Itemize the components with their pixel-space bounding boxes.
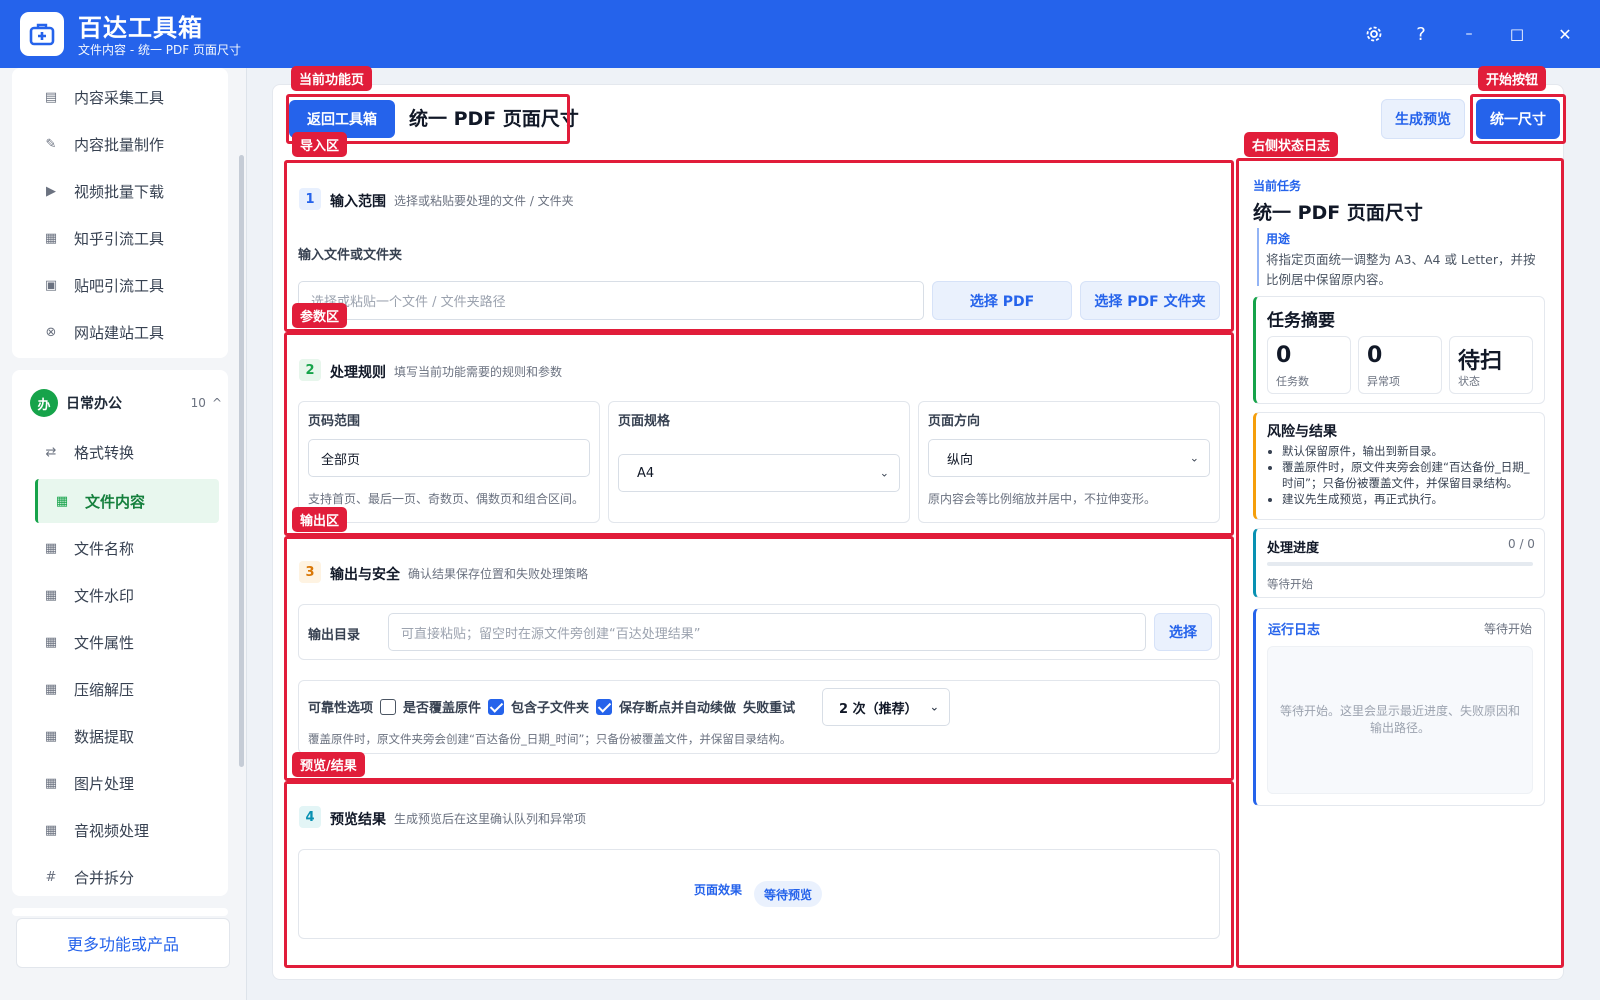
hash-icon: #: [45, 869, 57, 885]
sidebar-item-label: 视频批量下载: [74, 182, 165, 201]
sidebar-item-zhihu[interactable]: ▦ 知乎引流工具: [24, 218, 208, 258]
sidebar-item-label: 图片处理: [74, 774, 135, 793]
swap-icon: ⇄: [45, 444, 57, 460]
toolbox-logo-icon: [20, 12, 64, 56]
app-subtitle: 文件内容 - 统一 PDF 页面尺寸: [78, 43, 241, 57]
annotation-import-box: [284, 160, 1234, 332]
sidebar-item-label: 贴吧引流工具: [74, 276, 165, 295]
doc-icon: ▤: [44, 89, 58, 105]
sidebar-item-content-collect[interactable]: ▤ 内容采集工具: [24, 77, 208, 117]
annotation-preview-box: [284, 781, 1234, 968]
grid-icon: ▦: [44, 540, 58, 556]
group-name: 日常办公: [66, 396, 122, 412]
grid-icon: ▦: [44, 634, 58, 650]
sidebar-item-format-convert[interactable]: ⇄ 格式转换: [24, 432, 208, 472]
chevron-up-icon[interactable]: ^: [212, 396, 222, 410]
annotation-start-button-box: [1470, 94, 1566, 144]
sidebar-item-label: 音视频处理: [74, 821, 150, 840]
sidebar-item-image[interactable]: ▦ 图片处理: [24, 763, 208, 803]
sidebar-item-label: 合并拆分: [74, 868, 135, 887]
sidebar-scrollbar-thumb[interactable]: [239, 155, 244, 767]
grid-icon: ▦: [44, 587, 58, 603]
annotation-current-page-tag: 当前功能页: [291, 66, 373, 91]
sidebar-item-file-attrs[interactable]: ▦ 文件属性: [24, 622, 208, 662]
annotation-right-log-tag: 右侧状态日志: [1244, 132, 1339, 157]
annotation-import-tag: 导入区: [292, 132, 348, 157]
grid-icon: ▦: [44, 681, 58, 697]
group-badge: 办: [30, 389, 58, 417]
annotation-preview-tag: 预览/结果: [292, 752, 365, 777]
pen-icon: ✎: [45, 136, 57, 152]
sidebar-group-office[interactable]: 办 日常办公 10 ^: [30, 386, 222, 420]
sidebar-item-label: 文件水印: [74, 586, 135, 605]
sidebar-item-label: 知乎引流工具: [74, 229, 165, 248]
sidebar-item-file-watermark[interactable]: ▦ 文件水印: [24, 575, 208, 615]
annotation-params-box: [284, 332, 1234, 536]
maximize-button[interactable]: □: [1505, 22, 1529, 46]
annotation-output-box: [284, 536, 1234, 781]
sidebar-item-file-content[interactable]: ▦ 文件内容: [35, 479, 219, 523]
group-count: 10: [190, 396, 206, 410]
zhihu-icon: ▦: [44, 230, 58, 246]
tieba-icon: ▣: [44, 277, 58, 293]
sidebar-item-file-name[interactable]: ▦ 文件名称: [24, 528, 208, 568]
grid-icon: ▦: [44, 775, 58, 791]
grid-icon: ▦: [55, 493, 69, 509]
sidebar-item-website[interactable]: ⊗ 网站建站工具: [24, 312, 208, 352]
grid-icon: ▦: [44, 728, 58, 744]
annotation-start-button-tag: 开始按钮: [1478, 66, 1547, 91]
close-button[interactable]: ✕: [1553, 22, 1577, 46]
grid-icon: ▦: [44, 822, 58, 838]
sidebar-item-label: 文件属性: [74, 633, 135, 652]
help-button[interactable]: ?: [1409, 22, 1433, 46]
annotation-right-log-box: [1236, 158, 1564, 968]
annotation-output-tag: 输出区: [292, 507, 348, 532]
sidebar-item-label: 压缩解压: [74, 680, 135, 699]
sidebar-item-data-extract[interactable]: ▦ 数据提取: [24, 716, 208, 756]
sidebar-item-label: 内容采集工具: [74, 88, 165, 107]
sidebar-item-tieba[interactable]: ▣ 贴吧引流工具: [24, 265, 208, 305]
generate-preview-button[interactable]: 生成预览: [1381, 99, 1465, 139]
sidebar-item-label: 文件名称: [74, 539, 135, 558]
sidebar-item-compress[interactable]: ▦ 压缩解压: [24, 669, 208, 709]
sidebar-item-batch-make[interactable]: ✎ 内容批量制作: [24, 124, 208, 164]
sidebar-item-av[interactable]: ▦ 音视频处理: [24, 810, 208, 850]
title-bar: 百达工具箱 文件内容 - 统一 PDF 页面尺寸 ? – □ ✕: [0, 0, 1600, 68]
app-title: 百达工具箱: [78, 14, 203, 42]
sidebar-item-label: 文件内容: [85, 492, 146, 511]
web-icon: ⊗: [45, 324, 57, 340]
annotation-params-tag: 参数区: [292, 303, 348, 328]
sidebar-item-merge-split[interactable]: # 合并拆分: [24, 857, 208, 897]
gear-icon[interactable]: [1362, 22, 1386, 46]
minimize-button[interactable]: –: [1457, 22, 1481, 46]
sidebar-item-label: 格式转换: [74, 443, 135, 462]
sidebar-item-label: 网站建站工具: [74, 323, 165, 342]
more-products-button[interactable]: 更多功能或产品: [16, 918, 230, 968]
sidebar-item-label: 数据提取: [74, 727, 135, 746]
sidebar-item-label: 内容批量制作: [74, 135, 165, 154]
sidebar-card-next: [12, 908, 228, 916]
sidebar-item-video-download[interactable]: ▶ 视频批量下载: [24, 171, 208, 211]
video-icon: ▶: [46, 183, 56, 199]
